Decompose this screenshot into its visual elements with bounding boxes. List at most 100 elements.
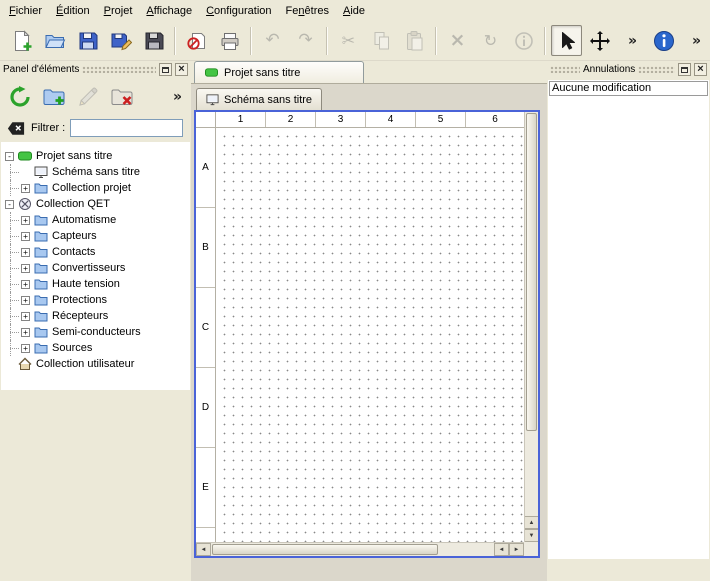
row-label-e: E xyxy=(196,448,215,528)
undo-panel-header: Annulations × xyxy=(547,61,710,78)
menu-configuration[interactable]: Configuration xyxy=(199,3,278,19)
menu-aide[interactable]: Aide xyxy=(336,3,372,19)
expand-icon[interactable]: + xyxy=(21,248,30,257)
filter-input[interactable] xyxy=(70,119,183,137)
horizontal-scrollbar-thumb[interactable] xyxy=(212,544,438,555)
undo-list-item[interactable]: Aucune modification xyxy=(549,81,708,96)
schema-tab-bar: Schéma sans titre xyxy=(196,87,322,110)
new-project-button[interactable] xyxy=(6,25,37,56)
tree-item-convertisseurs[interactable]: +Convertisseurs xyxy=(1,260,190,276)
tree-item-sources[interactable]: +Sources xyxy=(1,340,190,356)
tree-item-label: Semi-conducteurs xyxy=(52,326,141,338)
edit-element-button[interactable] xyxy=(74,83,102,111)
tree-item-capteurs[interactable]: +Capteurs xyxy=(1,228,190,244)
element-info-button[interactable] xyxy=(508,25,539,56)
expand-icon[interactable]: + xyxy=(21,344,30,353)
toolbar-overflow-right-button[interactable]: » xyxy=(681,25,710,56)
tree-item-collection-qet[interactable]: -Collection QET xyxy=(1,196,190,212)
tree-item-schema-sans-titre[interactable]: Schéma sans titre xyxy=(1,164,190,180)
close-file-button[interactable] xyxy=(181,25,212,56)
schema-tab[interactable]: Schéma sans titre xyxy=(196,88,322,110)
dock-grip[interactable] xyxy=(550,66,580,73)
tree-item-semi-conducteurs[interactable]: + Semi-conducteurs xyxy=(1,324,190,340)
dock-grip[interactable] xyxy=(82,66,156,73)
scroll-left-button[interactable]: ◄ xyxy=(196,543,211,556)
column-label-3: 3 xyxy=(316,112,366,127)
tree-item-contacts[interactable]: +Contacts xyxy=(1,244,190,260)
folder-icon xyxy=(34,245,48,259)
menu-bar: FichierÉditionProjetAffichageConfigurati… xyxy=(0,0,710,21)
expand-icon[interactable]: + xyxy=(21,312,30,321)
save-button[interactable] xyxy=(72,25,103,56)
save-as-icon xyxy=(110,30,132,52)
tree-item-automatisme[interactable]: +Automatisme xyxy=(1,212,190,228)
toolbar-overflow-button[interactable]: » xyxy=(617,25,648,56)
select-mode-button[interactable] xyxy=(551,25,582,56)
tree-item-haute-tension[interactable]: +Haute tension xyxy=(1,276,190,292)
undo-panel: Annulations × Aucune modification xyxy=(547,61,710,581)
folder-icon xyxy=(34,341,48,355)
copy-button[interactable] xyxy=(366,25,397,56)
save-as-button[interactable] xyxy=(105,25,136,56)
tree-item-projet-sans-titre[interactable]: -Projet sans titre xyxy=(1,148,190,164)
menu-affichage[interactable]: Affichage xyxy=(139,3,199,19)
menu-projet[interactable]: Projet xyxy=(97,3,140,19)
delete-button[interactable]: × xyxy=(442,25,473,56)
tree-item-recepteurs[interactable]: + Récepteurs xyxy=(1,308,190,324)
tree-item-collection-projet[interactable]: +Collection projet xyxy=(1,180,190,196)
delete-element-button[interactable] xyxy=(108,83,136,111)
expand-icon[interactable]: + xyxy=(21,232,30,241)
elements-tree: -Projet sans titreSchéma sans titre+Coll… xyxy=(1,142,190,390)
elements-toolbar-overflow[interactable]: » xyxy=(173,90,185,104)
undo-button[interactable]: ↶ xyxy=(257,25,288,56)
new-element-button[interactable] xyxy=(40,83,68,111)
print-button[interactable] xyxy=(214,25,245,56)
menu-fenetres[interactable]: Fenêtres xyxy=(279,3,336,19)
collapse-icon[interactable]: - xyxy=(5,152,14,161)
scroll-left-button-end[interactable]: ◄ xyxy=(494,543,509,556)
paste-button[interactable] xyxy=(399,25,430,56)
float-button[interactable] xyxy=(159,63,172,76)
expand-icon[interactable]: + xyxy=(21,296,30,305)
save-icon xyxy=(77,30,99,52)
open-project-button[interactable] xyxy=(39,25,70,56)
pan-mode-button[interactable] xyxy=(584,25,615,56)
cut-button[interactable]: ✂ xyxy=(333,25,364,56)
expand-icon[interactable]: + xyxy=(21,216,30,225)
scroll-right-button[interactable]: ► xyxy=(509,543,524,556)
about-button[interactable] xyxy=(648,25,679,56)
tree-item-label: Récepteurs xyxy=(52,310,108,322)
scroll-up-button[interactable]: ▲ xyxy=(525,516,538,529)
expand-icon[interactable]: + xyxy=(21,280,30,289)
vertical-scrollbar[interactable]: ▲ ▼ xyxy=(524,112,538,542)
reload-collections-button[interactable] xyxy=(6,83,34,111)
rotate-icon: ↻ xyxy=(484,33,497,49)
dock-grip[interactable] xyxy=(638,66,675,73)
horizontal-scrollbar[interactable]: ◄ ◄ ► xyxy=(196,542,524,556)
expand-icon[interactable]: + xyxy=(21,264,30,273)
collapse-icon[interactable]: - xyxy=(5,200,14,209)
toolbar-group: » xyxy=(551,25,648,56)
tree-item-collection-utilisateur[interactable]: Collection utilisateur xyxy=(1,356,190,372)
expand-icon[interactable]: + xyxy=(21,328,30,337)
toolbar-separator xyxy=(174,27,176,55)
close-button[interactable]: × xyxy=(175,63,188,76)
project-tab[interactable]: Projet sans titre xyxy=(194,61,364,83)
clear-filter-button[interactable] xyxy=(6,120,26,137)
menu-edition[interactable]: Édition xyxy=(49,3,97,19)
rotate-button[interactable]: ↻ xyxy=(475,25,506,56)
scroll-down-button[interactable]: ▼ xyxy=(525,529,538,542)
vertical-scrollbar-thumb[interactable] xyxy=(526,113,537,431)
undo-panel-title: Annulations xyxy=(583,64,635,75)
expand-icon[interactable]: + xyxy=(21,184,30,193)
schema-canvas[interactable] xyxy=(217,129,524,542)
float-button[interactable] xyxy=(678,63,691,76)
horizontal-scroll-track[interactable] xyxy=(211,543,494,556)
close-button[interactable]: × xyxy=(694,63,707,76)
save-all-button[interactable] xyxy=(138,25,169,56)
menu-fichier[interactable]: Fichier xyxy=(2,3,49,19)
save-all-icon xyxy=(143,30,165,52)
tree-item-protections[interactable]: +Protections xyxy=(1,292,190,308)
redo-button[interactable]: ↷ xyxy=(290,25,321,56)
toolbar-group: » xyxy=(648,25,710,56)
